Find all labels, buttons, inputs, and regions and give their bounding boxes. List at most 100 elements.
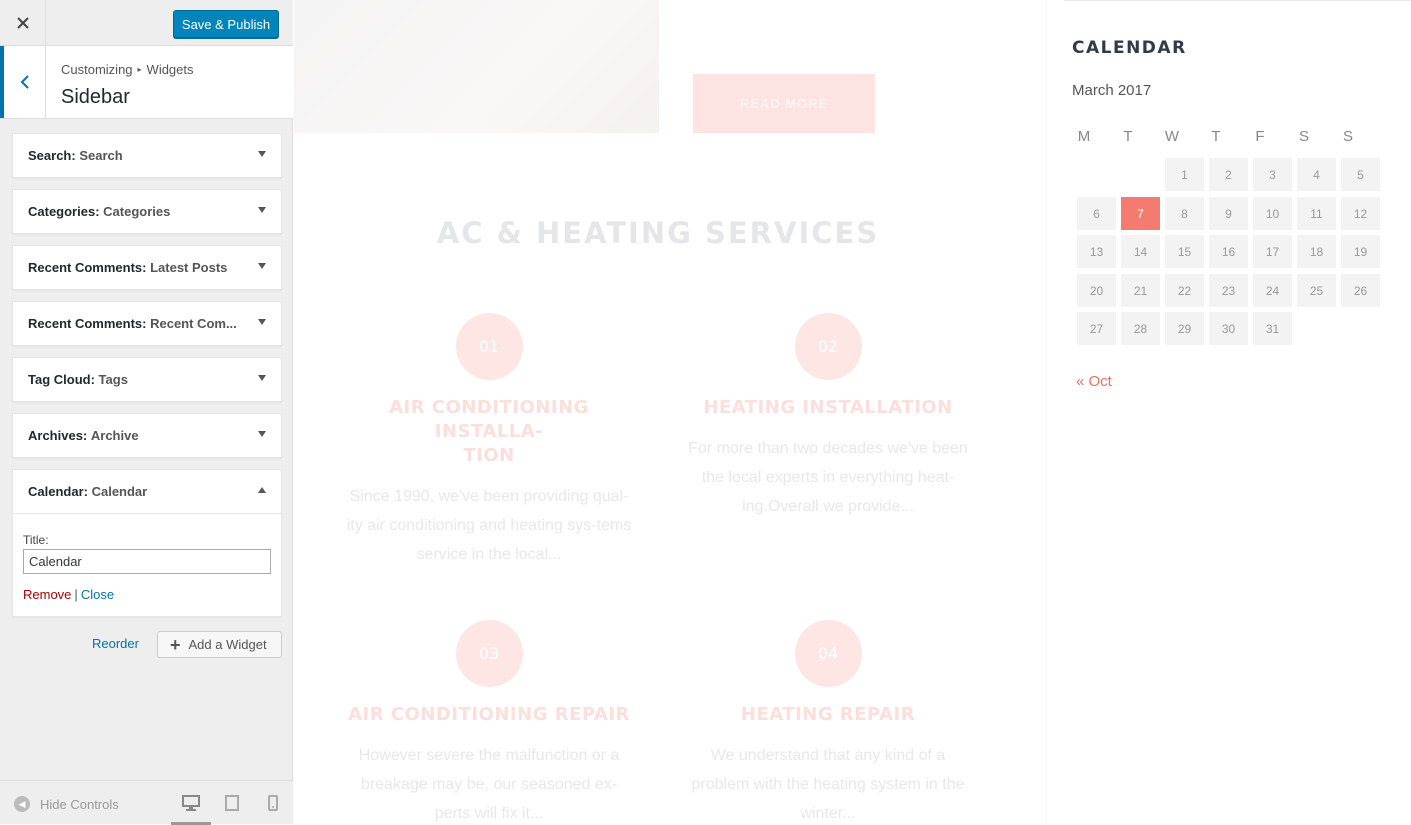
calendar-day: 5 <box>1341 158 1380 191</box>
widget-item[interactable]: Search: Search <box>12 133 282 178</box>
calendar-day: 17 <box>1253 235 1292 268</box>
arrow-down-icon[interactable] <box>258 319 266 325</box>
calendar-day: 24 <box>1253 274 1292 307</box>
widget-type: Recent Comments: <box>28 316 147 331</box>
arrow-down-icon[interactable] <box>258 431 266 437</box>
calendar-day: 12 <box>1341 197 1380 230</box>
calendar-day: 10 <box>1253 197 1292 230</box>
widget-title: Archives: Archive <box>28 428 139 443</box>
arrow-down-icon[interactable] <box>258 375 266 381</box>
calendar-day: 3 <box>1253 158 1292 191</box>
reorder-link[interactable]: Reorder <box>92 636 139 651</box>
close-icon[interactable] <box>0 0 46 46</box>
service-card: 04 HEATING REPAIR We understand that any k… <box>683 620 973 824</box>
calendar-day: 8 <box>1165 197 1204 230</box>
widget-instance-title: Search <box>79 148 123 163</box>
widget-type: Archives: <box>28 428 88 443</box>
widget-title: Recent Comments: Recent Com... <box>28 316 237 331</box>
service-name[interactable]: HEATING REPAIR <box>683 703 973 727</box>
desktop-icon[interactable] <box>182 795 200 811</box>
service-number: 02 <box>794 313 862 380</box>
widget-item[interactable]: Categories: Categories <box>12 189 282 234</box>
service-number: 01 <box>455 313 523 380</box>
weekday-label: S <box>1342 128 1353 145</box>
widget-item[interactable]: Archives: Archive <box>12 413 282 458</box>
close-link[interactable]: Close <box>81 587 114 602</box>
weekday-label: S <box>1298 128 1309 145</box>
arrow-down-icon[interactable] <box>258 263 266 269</box>
service-description: For more than two decades we've been the… <box>688 440 968 515</box>
customizer-panel: Save & Publish Customizing ▸ Widgets Sideb… <box>0 0 293 825</box>
service-card: 03 AIR CONDITIONING REPAIR However severe … <box>344 620 634 824</box>
widget-item[interactable]: Calendar: Calendar Title: Remove|Close <box>12 469 282 617</box>
calendar-day: 13 <box>1077 235 1116 268</box>
service-name[interactable]: AIR CONDITIONING INSTALLA- TION <box>344 396 634 468</box>
weekday-label: F <box>1255 128 1265 145</box>
hide-controls-label: Hide Controls <box>40 796 119 812</box>
remove-link[interactable]: Remove <box>23 587 71 602</box>
calendar-day: 30 <box>1209 312 1248 345</box>
calendar-day: 31 <box>1253 312 1292 345</box>
calendar-caption: March 2017 <box>1072 82 1152 99</box>
calendar-day: 11 <box>1297 197 1336 230</box>
section-header: Customizing ▸ Widgets Sidebar <box>0 46 293 119</box>
calendar-day: 21 <box>1121 274 1160 307</box>
service-number: 03 <box>455 620 523 687</box>
title-input[interactable] <box>23 549 271 574</box>
widget-actions: Remove | Close <box>23 587 114 602</box>
customizer-footer: ◀ Hide Controls <box>0 780 293 825</box>
service-name[interactable]: AIR CONDITIONING REPAIR <box>344 703 634 727</box>
plus-icon: + <box>170 634 181 655</box>
calendar-day: 19 <box>1341 235 1380 268</box>
calendar-widget: CALENDAR March 2017 M T W T F S S 1 2 3 4 5 6 7 8 9 10 11… <box>1046 0 1411 824</box>
service-name[interactable]: HEATING INSTALLATION <box>683 396 973 420</box>
calendar-day: 22 <box>1165 274 1204 307</box>
widget-instance-title: Calendar <box>91 484 148 499</box>
weekday-label: M <box>1077 128 1091 145</box>
hide-controls-button[interactable]: ◀ Hide Controls <box>14 796 119 812</box>
widget-title: Tag Cloud: Tags <box>28 372 128 387</box>
calendar-day: 4 <box>1297 158 1336 191</box>
widget-item[interactable]: Recent Comments: Recent Com... <box>12 301 282 346</box>
calendar-day: 1 <box>1165 158 1204 191</box>
service-description: However severe the malfunction or a brea… <box>358 747 620 822</box>
widget-type: Categories: <box>28 204 100 219</box>
calendar-day: 20 <box>1077 274 1116 307</box>
widget-title: Recent Comments: Latest Posts <box>28 260 227 275</box>
save-publish-button[interactable]: Save & Publish <box>173 10 279 38</box>
read-more-button[interactable]: READ MORE <box>693 74 875 133</box>
back-arrow-icon[interactable] <box>0 46 46 118</box>
title-label: Title: <box>23 533 49 547</box>
breadcrumb-separator: ▸ <box>137 65 142 74</box>
widget-type: Calendar: <box>28 484 88 499</box>
arrow-down-icon[interactable] <box>258 151 266 157</box>
widget-type: Recent Comments: <box>28 260 147 275</box>
calendar-prev-link[interactable]: « Oct <box>1076 373 1112 390</box>
arrow-up-icon[interactable] <box>258 487 266 493</box>
widget-item[interactable]: Tag Cloud: Tags <box>12 357 282 402</box>
service-description: We understand that any kind of a problem… <box>691 747 965 822</box>
services-title: AC & HEATING SERVICES <box>436 216 880 250</box>
service-card: 02 HEATING INSTALLATION For more than two … <box>683 313 973 521</box>
widget-instance-title: Latest Posts <box>150 260 228 275</box>
widget-item[interactable]: Recent Comments: Latest Posts <box>12 245 282 290</box>
calendar-day-today: 7 <box>1121 197 1160 230</box>
tablet-icon[interactable] <box>225 795 241 811</box>
mobile-icon[interactable] <box>268 795 284 811</box>
widget-instance-title: Recent Com... <box>150 316 237 331</box>
calendar-day: 28 <box>1121 312 1160 345</box>
calendar-day: 16 <box>1209 235 1248 268</box>
widget-instance-title: Tags <box>98 372 128 387</box>
link-separator: | <box>74 587 78 602</box>
calendar-heading: CALENDAR <box>1072 38 1187 58</box>
weekday-label: W <box>1164 128 1180 145</box>
calendar-day: 14 <box>1121 235 1160 268</box>
arrow-down-icon[interactable] <box>258 207 266 213</box>
calendar-day: 2 <box>1209 158 1248 191</box>
weekday-label: T <box>1211 128 1221 145</box>
calendar-day: 23 <box>1209 274 1248 307</box>
add-widget-button[interactable]: + Add a Widget <box>157 631 282 658</box>
widget-instance-title: Archive <box>90 428 139 443</box>
widget-title: Calendar: Calendar <box>28 484 147 499</box>
widget-title: Categories: Categories <box>28 204 170 219</box>
